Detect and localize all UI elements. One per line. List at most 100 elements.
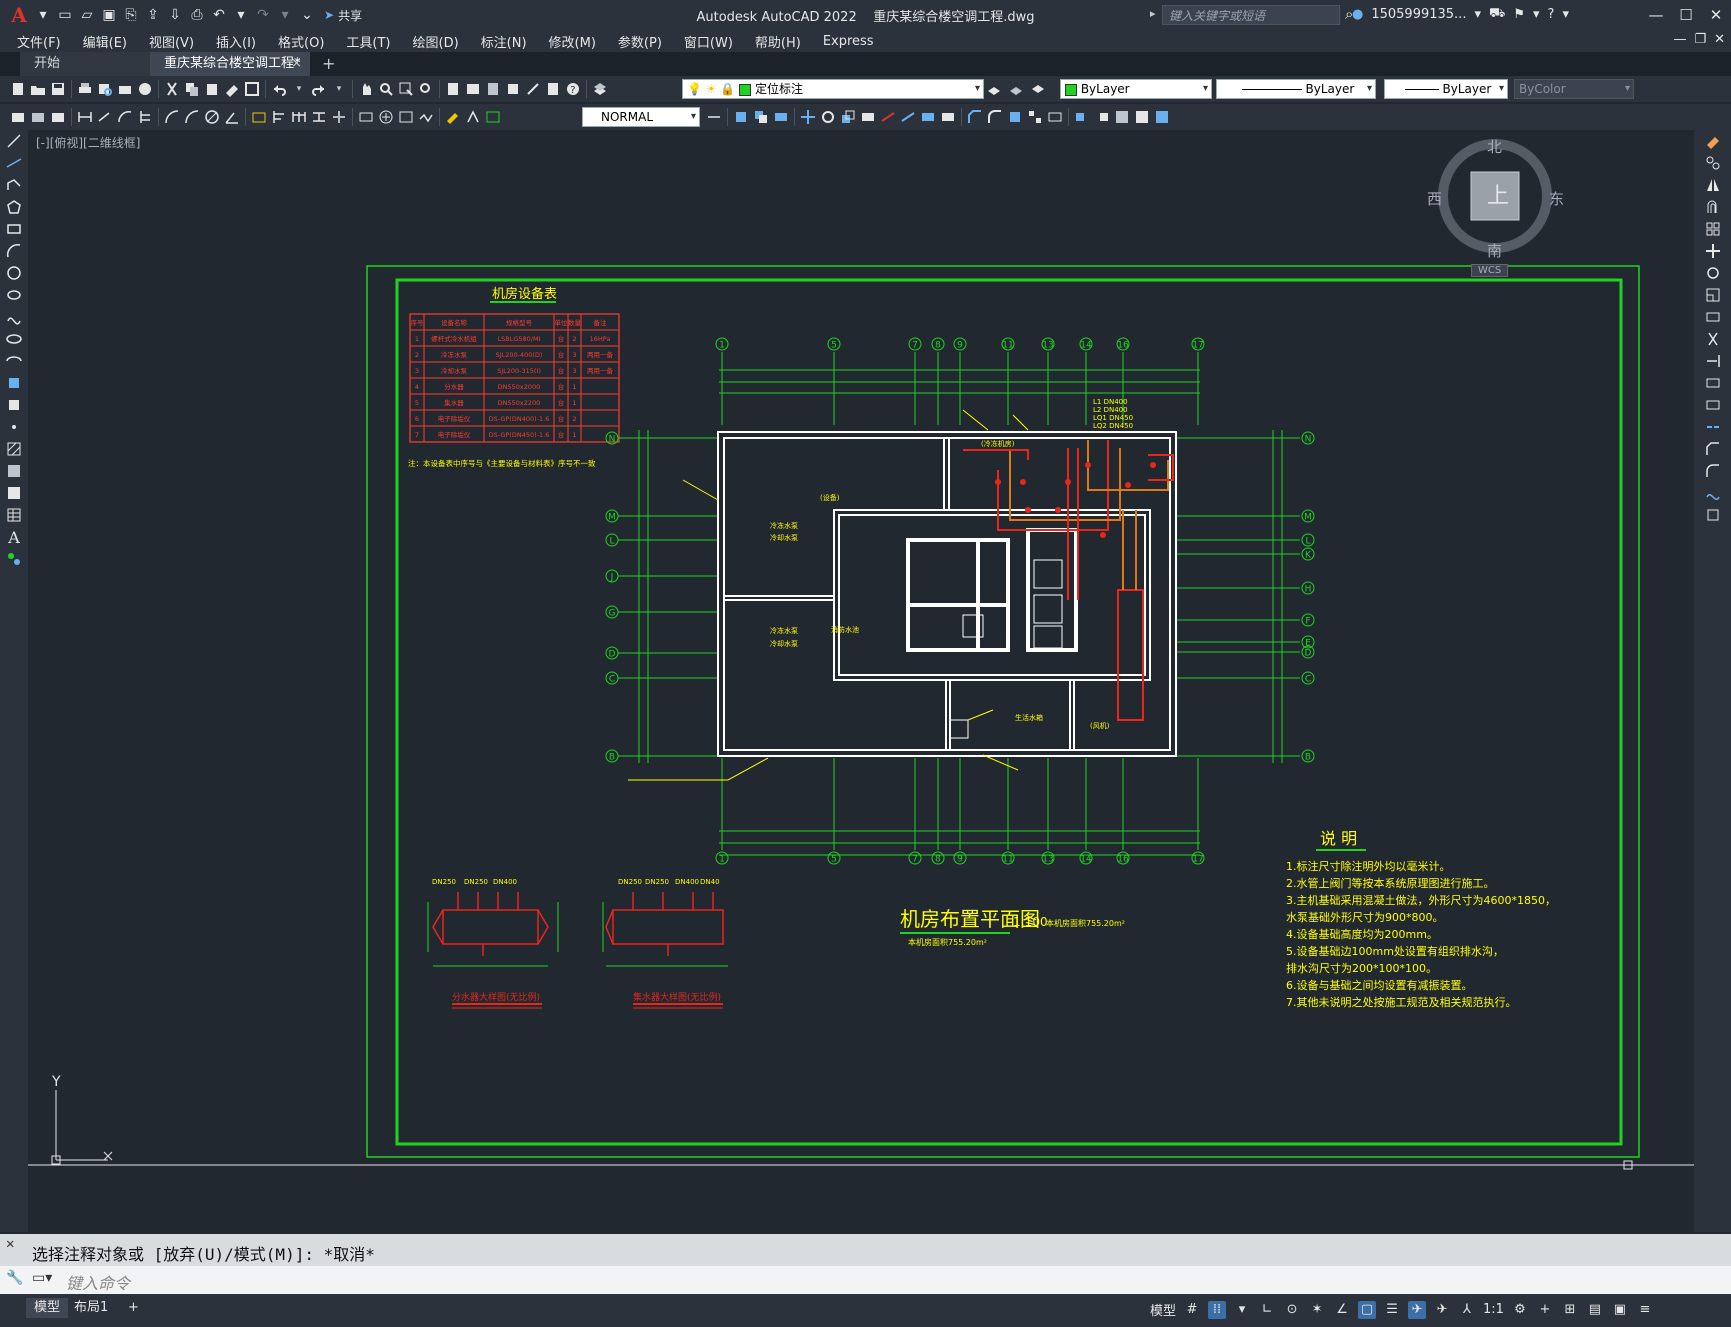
help-dropdown-icon[interactable]: ▾ bbox=[1562, 7, 1569, 22]
polygon-icon[interactable] bbox=[0, 196, 28, 218]
doc-minimize-icon[interactable]: — bbox=[1673, 32, 1686, 47]
menu-help[interactable]: 帮助(H) bbox=[744, 32, 812, 51]
stretch-icon[interactable] bbox=[859, 108, 877, 126]
markup-icon[interactable] bbox=[524, 80, 542, 98]
pan-icon[interactable] bbox=[357, 80, 375, 98]
viewcube-north[interactable]: 北 bbox=[1487, 136, 1502, 157]
multiline-text-icon[interactable]: A bbox=[0, 526, 28, 548]
tab-start[interactable]: 开始 bbox=[20, 52, 150, 76]
scale-side-icon[interactable] bbox=[1694, 284, 1731, 306]
block-editor-icon[interactable] bbox=[243, 80, 261, 98]
match-properties-icon[interactable] bbox=[223, 80, 241, 98]
share-button[interactable]: ➤ 共享 bbox=[324, 7, 362, 24]
copy-icon[interactable] bbox=[183, 80, 201, 98]
viewcube-top-face[interactable]: 上 bbox=[1487, 178, 1509, 210]
object-snap-icon[interactable]: ▢ bbox=[1358, 1300, 1377, 1319]
fillet-icon[interactable] bbox=[986, 108, 1004, 126]
menu-dimension[interactable]: 标注(N) bbox=[470, 32, 538, 51]
jogged-linear-icon[interactable] bbox=[417, 108, 435, 126]
angular-dim-icon[interactable] bbox=[223, 108, 241, 126]
spline-icon[interactable] bbox=[0, 306, 28, 328]
annotation-monitor-icon[interactable]: + bbox=[1536, 1301, 1554, 1319]
open-web-icon[interactable]: ⇪ bbox=[142, 4, 164, 26]
cut-icon[interactable] bbox=[163, 80, 181, 98]
extend-icon[interactable] bbox=[899, 108, 917, 126]
wcs-menu[interactable]: WCS bbox=[1471, 264, 1509, 277]
array-icon[interactable] bbox=[1026, 108, 1044, 126]
menu-format[interactable]: 格式(O) bbox=[267, 32, 335, 51]
calculator-icon[interactable] bbox=[544, 80, 562, 98]
publish-icon[interactable] bbox=[116, 80, 134, 98]
dim-space-icon[interactable] bbox=[310, 108, 328, 126]
ellipse-icon[interactable] bbox=[0, 328, 28, 350]
circle-icon[interactable] bbox=[0, 262, 28, 284]
search-input[interactable]: 键入关键字或短语 bbox=[1162, 5, 1340, 25]
color-dropdown[interactable]: ByLayer ▾ bbox=[1060, 79, 1212, 99]
mirror-side-icon[interactable] bbox=[1694, 174, 1731, 196]
properties-icon[interactable] bbox=[444, 80, 462, 98]
region-icon[interactable] bbox=[0, 482, 28, 504]
stretch-side-icon[interactable] bbox=[1694, 306, 1731, 328]
undo-tb-dropdown-icon[interactable]: ▾ bbox=[290, 80, 308, 98]
layer-previous-icon[interactable] bbox=[1007, 80, 1025, 98]
app-menu-dropdown-icon[interactable]: ▾ bbox=[32, 4, 54, 26]
plot-preview-icon[interactable] bbox=[96, 80, 114, 98]
dimstyle-dropdown[interactable]: NORMAL ▾ bbox=[582, 107, 700, 127]
auto-scale-icon[interactable]: ✈ bbox=[1433, 1301, 1451, 1319]
menu-file[interactable]: 文件(F) bbox=[6, 32, 72, 51]
menu-insert[interactable]: 插入(I) bbox=[205, 32, 267, 51]
dim-update-icon[interactable] bbox=[484, 108, 502, 126]
break-side-icon[interactable] bbox=[1694, 394, 1731, 416]
copy-side-icon[interactable] bbox=[1694, 152, 1731, 174]
draworder-front-icon[interactable] bbox=[1073, 108, 1091, 126]
command-input[interactable]: 键入命令 bbox=[66, 1270, 130, 1294]
mirror-icon[interactable] bbox=[772, 108, 790, 126]
make-block-icon[interactable] bbox=[0, 394, 28, 416]
erase-icon[interactable] bbox=[732, 108, 750, 126]
app-dropdown-icon[interactable]: ▾ bbox=[1533, 7, 1540, 22]
plot-tb-icon[interactable] bbox=[76, 80, 94, 98]
radius-dim-icon[interactable] bbox=[163, 108, 181, 126]
plotstyle-dropdown[interactable]: ByColor ▾ bbox=[1514, 79, 1634, 99]
menu-edit[interactable]: 编辑(E) bbox=[72, 32, 138, 51]
annotation-visibility-icon[interactable]: ✈ bbox=[1408, 1300, 1427, 1319]
linear-dim-icon[interactable] bbox=[76, 108, 94, 126]
object-snap-tracking-icon[interactable]: ∠ bbox=[1333, 1301, 1351, 1319]
aligned-dim-icon[interactable] bbox=[96, 108, 114, 126]
inspect-icon[interactable] bbox=[397, 108, 415, 126]
copy-object-icon[interactable] bbox=[752, 108, 770, 126]
annotation-scale-icon[interactable]: ⅄ bbox=[1458, 1301, 1476, 1319]
tolerance-icon[interactable] bbox=[357, 108, 375, 126]
command-line[interactable]: 🔧 ▭▾ 键入命令 bbox=[0, 1266, 1731, 1294]
explode-side-icon[interactable] bbox=[1694, 504, 1731, 526]
save-tb-icon[interactable] bbox=[49, 80, 67, 98]
maximize-icon[interactable]: ☐ bbox=[1671, 0, 1701, 30]
hatch-icon[interactable] bbox=[0, 438, 28, 460]
save-web-icon[interactable]: ⇩ bbox=[164, 4, 186, 26]
make-current-layer-icon[interactable] bbox=[985, 80, 1003, 98]
array-side-icon[interactable] bbox=[1694, 218, 1731, 240]
snap-dropdown-icon[interactable]: ▾ bbox=[1233, 1301, 1251, 1319]
autodesk-app-icon[interactable]: ⚑ bbox=[1513, 7, 1525, 22]
quick-dim-icon[interactable] bbox=[250, 108, 268, 126]
erase-side-icon[interactable] bbox=[1694, 130, 1731, 152]
close-icon[interactable]: ✕ bbox=[1701, 0, 1731, 30]
fillet-side-icon[interactable] bbox=[1694, 460, 1731, 482]
arc-icon[interactable] bbox=[0, 240, 28, 262]
new-icon[interactable] bbox=[9, 80, 27, 98]
tool-palettes-icon[interactable] bbox=[484, 80, 502, 98]
workspace-icon[interactable]: ⚙ bbox=[1511, 1301, 1529, 1319]
redo-icon[interactable]: ↷ bbox=[252, 4, 274, 26]
drawing-canvas[interactable]: [-][俯视][二维线框] 机房设备表 序号 设备名称 规格型号 单位 数量 备注 1 螺杆式冷… bbox=[28, 130, 1694, 1232]
grid-icon[interactable]: # bbox=[1183, 1301, 1201, 1319]
rotate-side-icon[interactable] bbox=[1694, 262, 1731, 284]
trim-side-icon[interactable] bbox=[1694, 328, 1731, 350]
lineweight-icon[interactable]: ☰ bbox=[1383, 1301, 1401, 1319]
plot-icon[interactable]: ⎙ bbox=[186, 4, 208, 26]
cart-icon[interactable]: ⛟ bbox=[1489, 6, 1505, 23]
chamfer-side-icon[interactable] bbox=[1694, 438, 1731, 460]
menu-view[interactable]: 视图(V) bbox=[138, 32, 205, 51]
dim-text-edit-icon[interactable] bbox=[464, 108, 482, 126]
open-icon[interactable] bbox=[29, 80, 47, 98]
command-recent-icon[interactable]: ▭▾ bbox=[32, 1270, 52, 1286]
